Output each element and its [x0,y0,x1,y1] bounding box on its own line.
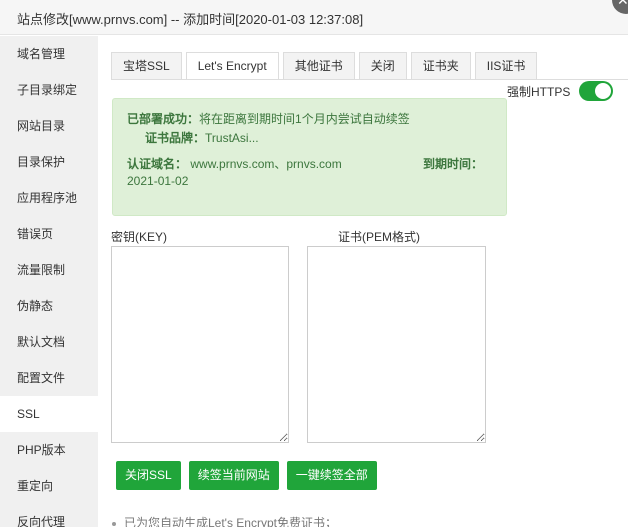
sidebar-item-php-version[interactable]: PHP版本 [0,432,98,468]
cert-brand: 证书品牌：TrustAsi... [127,130,492,147]
close-icon[interactable]: ✕ [612,0,628,14]
ssl-status-box: 已部署成功：将在距离到期时间1个月内尝试自动续签 证书品牌：TrustAsi..… [112,98,507,216]
sidebar-item-ssl[interactable]: SSL [0,396,98,432]
bullet-icon [112,521,116,526]
sidebar-item-domain[interactable]: 域名管理 [0,36,98,72]
tab-iis-cert[interactable]: IIS证书 [474,52,538,79]
tab-close[interactable]: 关闭 [358,52,407,79]
tab-lets-encrypt[interactable]: Let's Encrypt [185,52,279,80]
deploy-status-label: 已部署成功： [127,112,200,126]
expire-value: 2021-01-02 [127,174,189,188]
info-note-text: 已为您自动生成Let's Encrypt免费证书； [124,516,337,527]
force-https-toggle[interactable] [579,81,614,101]
sidebar-item-site-dir[interactable]: 网站目录 [0,108,98,144]
sidebar-item-app-pool[interactable]: 应用程序池 [0,180,98,216]
tab-cert-folder[interactable]: 证书夹 [410,52,471,79]
sidebar-item-error-page[interactable]: 错误页 [0,216,98,252]
deploy-status-text: 将在距离到期时间1个月内尝试自动续签 [199,112,410,126]
sidebar: 域名管理 子目录绑定 网站目录 目录保护 应用程序池 错误页 流量限制 伪静态 … [0,36,98,527]
renew-current-button[interactable]: 续签当前网站 [188,461,279,490]
key-textarea[interactable] [111,246,289,443]
action-buttons: 关闭SSL 续签当前网站 一键续签全部 [116,461,385,490]
sidebar-item-dir-protect[interactable]: 目录保护 [0,144,98,180]
expire-label: 到期时间： [423,157,484,171]
sidebar-item-redirect[interactable]: 重定向 [0,468,98,504]
ssl-tabs: 宝塔SSL Let's Encrypt 其他证书 关闭 证书夹 IIS证书 [111,52,541,80]
sidebar-item-traffic-limit[interactable]: 流量限制 [0,252,98,288]
tab-bt-ssl[interactable]: 宝塔SSL [111,52,182,79]
info-note: 已为您自动生成Let's Encrypt免费证书； [112,514,337,527]
sidebar-item-subdir[interactable]: 子目录绑定 [0,72,98,108]
force-https-label: 强制HTTPS [507,84,571,99]
window-titlebar: 站点修改[www.prnvs.com] -- 添加时间[2020-01-03 1… [0,0,628,35]
cert-brand-label: 证书品牌： [145,131,206,145]
tab-divider [111,79,628,80]
key-label: 密钥(KEY) [111,230,168,244]
cert-domain-row: 认证域名： www.prnvs.com、prnvs.com 到期时间： 2021… [127,156,492,190]
renew-all-button[interactable]: 一键续签全部 [286,461,377,490]
cert-textarea[interactable] [307,246,486,443]
cert-domain-value: www.prnvs.com、prnvs.com [190,157,342,171]
force-https-control: 强制HTTPS [507,81,614,101]
sidebar-item-config-file[interactable]: 配置文件 [0,360,98,396]
tab-other-cert[interactable]: 其他证书 [282,52,355,79]
window-title: 站点修改[www.prnvs.com] -- 添加时间[2020-01-03 1… [17,12,364,27]
cert-brand-value: TrustAsi... [205,131,259,145]
cert-label: 证书(PEM格式) [338,230,420,244]
cert-domain-label: 认证域名： [127,157,188,171]
sidebar-item-default-doc[interactable]: 默认文档 [0,324,98,360]
close-ssl-button[interactable]: 关闭SSL [116,461,181,490]
deploy-status: 已部署成功：将在距离到期时间1个月内尝试自动续签 [127,111,492,128]
sidebar-item-reverse-proxy[interactable]: 反向代理 [0,504,98,527]
sidebar-item-rewrite[interactable]: 伪静态 [0,288,98,324]
